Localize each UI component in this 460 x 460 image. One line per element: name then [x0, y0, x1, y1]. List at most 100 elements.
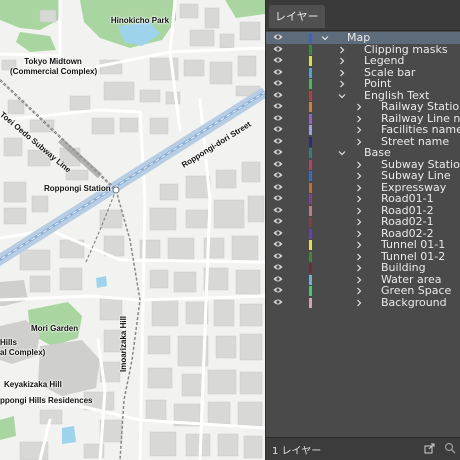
layers-tab[interactable]: レイヤー: [269, 5, 325, 28]
map-label-roppongi-hills-residences: ppongi Hills Residences: [0, 396, 93, 405]
chevron-right-icon[interactable]: [355, 299, 363, 307]
layer-row[interactable]: Scale bar: [266, 66, 460, 79]
layer-color-swatch: [309, 194, 312, 204]
visibility-eye-icon[interactable]: [273, 79, 283, 87]
visibility-eye-icon[interactable]: [273, 91, 283, 99]
layer-color-swatch: [309, 113, 312, 124]
layer-color-swatch: [309, 228, 312, 239]
chevron-right-icon[interactable]: [355, 138, 363, 146]
chevron-right-icon[interactable]: [338, 46, 346, 54]
layer-color-swatch: [309, 171, 312, 181]
chevron-right-icon[interactable]: [355, 241, 363, 249]
chevron-right-icon[interactable]: [355, 161, 363, 169]
chevron-right-icon[interactable]: [355, 207, 363, 215]
layer-color-swatch: [309, 182, 312, 193]
layer-color-swatch: [309, 148, 312, 158]
layer-color-swatch: [309, 136, 312, 147]
map-label-roppongi-station: Roppongi Station: [44, 184, 111, 193]
layer-row[interactable]: Point: [266, 77, 460, 90]
layer-color-swatch: [309, 125, 312, 135]
visibility-eye-icon[interactable]: [273, 206, 283, 214]
layers-panel: レイヤー Map Clipping masks Legend Scale bar Poi…: [265, 0, 460, 460]
panel-footer: 1 レイヤー: [266, 437, 460, 460]
layer-color-swatch: [309, 44, 312, 55]
visibility-eye-icon[interactable]: [273, 286, 283, 294]
visibility-eye-icon[interactable]: [273, 33, 283, 41]
chevron-right-icon[interactable]: [338, 80, 346, 88]
layer-name: Background: [381, 295, 447, 309]
map-label-hinokicho-park: Hinokicho Park: [110, 16, 170, 25]
visibility-eye-icon[interactable]: [273, 240, 283, 248]
layer-row[interactable]: Street name: [266, 134, 460, 148]
map-label-tokyo-midtown-type: (Commercial Complex): [10, 67, 98, 76]
chevron-down-icon[interactable]: [338, 149, 346, 157]
visibility-eye-icon[interactable]: [273, 252, 283, 260]
layer-row[interactable]: Background: [266, 295, 460, 309]
layer-list: Map Clipping masks Legend Scale bar Point Eng…: [266, 32, 460, 436]
layer-color-swatch: [309, 240, 312, 250]
visibility-eye-icon[interactable]: [273, 298, 283, 306]
map-label-hills: Hills: [0, 338, 17, 347]
chevron-right-icon[interactable]: [355, 264, 363, 272]
layer-color-swatch: [309, 67, 312, 78]
layer-color-swatch: [309, 56, 312, 66]
layer-color-swatch: [309, 274, 312, 285]
chevron-down-icon[interactable]: [321, 34, 329, 42]
chevron-right-icon[interactable]: [355, 230, 363, 238]
search-icon[interactable]: [444, 442, 456, 454]
visibility-eye-icon[interactable]: [273, 263, 283, 271]
map-label-hills-type: al Complex): [0, 348, 46, 357]
layer-color-swatch: [309, 90, 312, 101]
layer-row[interactable]: Tunnel 01-2: [266, 250, 460, 263]
layer-color-swatch: [309, 251, 312, 262]
chevron-right-icon[interactable]: [355, 103, 363, 111]
visibility-eye-icon[interactable]: [273, 229, 283, 237]
map-label-imoarizaka-hill: Imoarizaka Hill: [119, 315, 128, 372]
map-label-tokyo-midtown: Tokyo Midtown: [24, 57, 82, 66]
roppongi-station-marker: [112, 186, 120, 194]
chevron-right-icon[interactable]: [355, 126, 363, 134]
visibility-eye-icon[interactable]: [273, 45, 283, 53]
visibility-eye-icon[interactable]: [273, 194, 283, 202]
water-area: [62, 426, 76, 444]
visibility-eye-icon[interactable]: [273, 102, 283, 110]
visibility-eye-icon[interactable]: [273, 56, 283, 64]
visibility-eye-icon[interactable]: [273, 217, 283, 225]
chevron-down-icon[interactable]: [338, 92, 346, 100]
green-space: [0, 416, 16, 440]
layer-color-swatch: [309, 79, 312, 89]
layer-color-swatch: [309, 205, 312, 216]
visibility-eye-icon[interactable]: [273, 171, 283, 179]
chevron-right-icon[interactable]: [355, 172, 363, 180]
layer-row[interactable]: Legend: [266, 54, 460, 67]
layer-color-swatch: [309, 33, 312, 43]
visibility-eye-icon[interactable]: [273, 137, 283, 145]
layer-count-label: 1 レイヤー: [272, 446, 322, 457]
visibility-eye-icon[interactable]: [273, 148, 283, 156]
chevron-right-icon[interactable]: [338, 69, 346, 77]
visibility-eye-icon[interactable]: [273, 68, 283, 76]
map-canvas[interactable]: Hinokicho Park Tokyo Midtown (Commercial…: [0, 0, 265, 460]
chevron-right-icon[interactable]: [355, 115, 363, 123]
visibility-eye-icon[interactable]: [273, 114, 283, 122]
layer-row[interactable]: Clipping masks: [266, 43, 460, 56]
chevron-right-icon[interactable]: [355, 195, 363, 203]
layer-name: Street name: [381, 134, 450, 148]
chevron-right-icon[interactable]: [355, 287, 363, 295]
water-area: [96, 276, 107, 288]
layer-color-swatch: [309, 217, 312, 227]
visibility-eye-icon[interactable]: [273, 183, 283, 191]
layer-color-swatch: [309, 297, 312, 308]
chevron-right-icon[interactable]: [355, 218, 363, 226]
chevron-right-icon[interactable]: [355, 253, 363, 261]
chevron-right-icon[interactable]: [338, 57, 346, 65]
visibility-eye-icon[interactable]: [273, 160, 283, 168]
visibility-eye-icon[interactable]: [273, 275, 283, 283]
visibility-eye-icon[interactable]: [273, 125, 283, 133]
export-icon[interactable]: [424, 443, 435, 454]
layer-color-swatch: [309, 159, 312, 170]
chevron-right-icon[interactable]: [355, 184, 363, 192]
map-label-mori-garden: Mori Garden: [31, 324, 79, 333]
map-label-keyakizaka-hill: Keyakizaka Hill: [4, 380, 62, 389]
chevron-right-icon[interactable]: [355, 276, 363, 284]
